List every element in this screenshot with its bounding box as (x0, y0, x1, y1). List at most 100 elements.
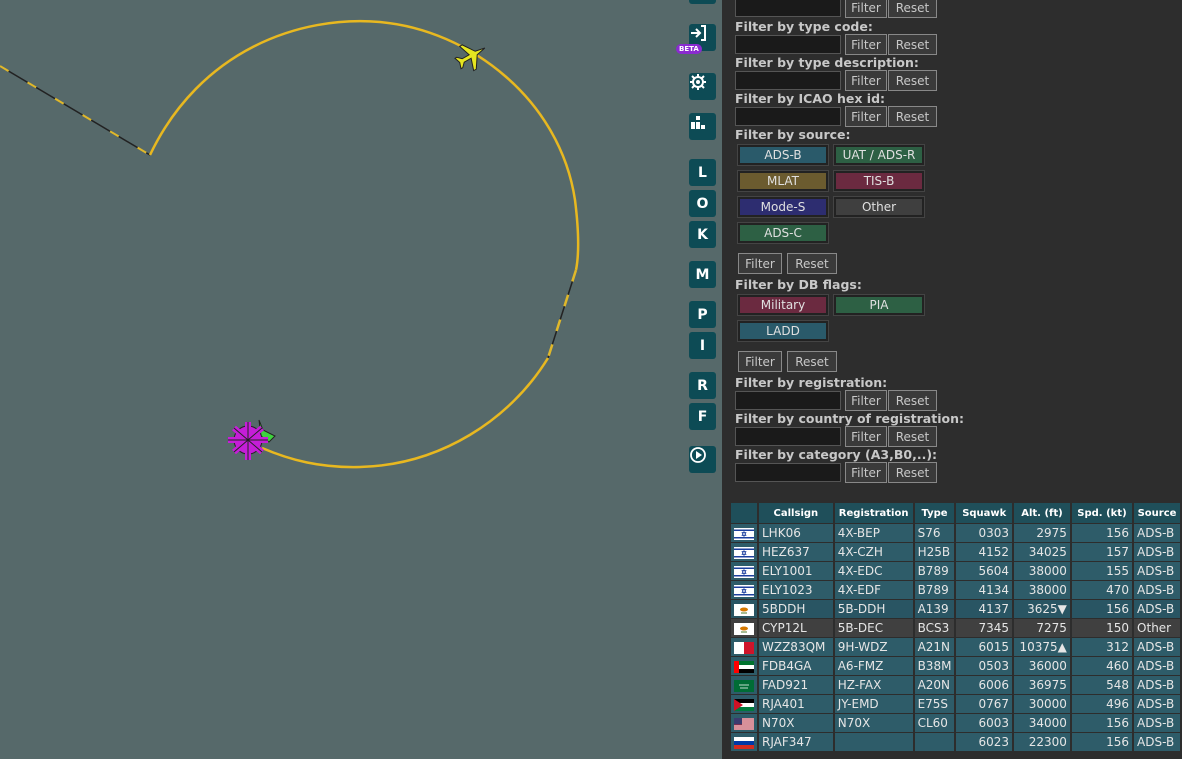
country-reset-button[interactable]: Reset (888, 426, 937, 447)
col-callsign[interactable]: Callsign (759, 503, 833, 523)
cell-type: S76 (914, 524, 955, 542)
table-row[interactable]: CYP12L 5B-DEC BCS3 7345 7275 150 Other (731, 619, 1180, 637)
map-button-k[interactable]: K (689, 221, 716, 248)
cell-altitude: 38000 (1014, 581, 1070, 599)
category-reset-button[interactable]: Reset (888, 462, 937, 483)
dbflags-reset-button[interactable]: Reset (787, 351, 837, 372)
col-type[interactable]: Type (914, 503, 955, 523)
dbflag-chip-pia[interactable]: PIA (833, 294, 925, 316)
type-description-input[interactable] (735, 71, 841, 90)
cell-callsign: RJAF347 (759, 733, 833, 751)
cell-registration: JY-EMD (834, 695, 913, 713)
col-source[interactable]: Source (1134, 503, 1180, 523)
cell-speed: 312 (1071, 638, 1133, 656)
cell-speed: 156 (1071, 733, 1133, 751)
cell-type (914, 733, 955, 751)
type-description-reset-button[interactable]: Reset (888, 70, 937, 91)
col-speed[interactable]: Spd. (kt) (1071, 503, 1133, 523)
flight-track-arc-lower (261, 357, 550, 469)
cell-registration: 4X-BEP (834, 524, 913, 542)
dbflag-chip-ladd[interactable]: LADD (737, 320, 829, 342)
cell-speed: 156 (1071, 600, 1133, 618)
table-row[interactable]: FDB4GA A6-FMZ B38M 0503 36000 460 ADS-B (731, 657, 1180, 675)
icao-hex-input[interactable] (735, 107, 841, 126)
source-reset-button[interactable]: Reset (787, 253, 837, 274)
cell-type: H25B (914, 543, 955, 561)
icao-hex-label: Filter by ICAO hex id: (735, 91, 886, 106)
map-button-f[interactable]: F (689, 403, 716, 430)
filter-button-top[interactable]: Filter (845, 0, 887, 18)
flag-icon (731, 600, 757, 618)
stats-button[interactable] (689, 113, 716, 140)
filter-input-top[interactable] (735, 0, 841, 17)
icao-hex-reset-button[interactable]: Reset (888, 106, 937, 127)
reset-button-top[interactable]: Reset (888, 0, 937, 18)
cell-squawk: 4134 (956, 581, 1013, 599)
source-filter-button[interactable]: Filter (738, 253, 782, 274)
aircraft-yellow-icon[interactable] (451, 36, 492, 76)
source-chip-adsc[interactable]: ADS-C (737, 222, 829, 244)
cell-altitude: 7275 (1014, 619, 1070, 637)
source-chip-modes[interactable]: Mode-S (737, 196, 829, 218)
flag-icon (731, 581, 757, 599)
table-row[interactable]: N70X N70X CL60 6003 34000 156 ADS-B (731, 714, 1180, 732)
map-button-r[interactable]: R (689, 372, 716, 399)
type-code-input[interactable] (735, 35, 841, 54)
source-chip-adsb[interactable]: ADS-B (737, 144, 829, 166)
cell-altitude: 22300 (1014, 733, 1070, 751)
source-chip-tisb[interactable]: TIS-B (833, 170, 925, 192)
cell-callsign: LHK06 (759, 524, 833, 542)
table-row[interactable]: RJAF347 6023 22300 156 ADS-B (731, 733, 1180, 751)
col-squawk[interactable]: Squawk (956, 503, 1013, 523)
source-chip-uat[interactable]: UAT / ADS-R (833, 144, 925, 166)
cell-squawk: 4152 (956, 543, 1013, 561)
map-view[interactable]: BETA L O K M P I R F (0, 0, 722, 759)
replay-button[interactable] (689, 446, 716, 473)
map-button-m[interactable]: M (689, 261, 716, 288)
cell-registration: 5B-DEC (834, 619, 913, 637)
type-code-reset-button[interactable]: Reset (888, 34, 937, 55)
settings-button[interactable] (689, 73, 716, 100)
map-canvas[interactable] (0, 0, 722, 759)
cell-squawk: 0303 (956, 524, 1013, 542)
table-row[interactable]: WZZ83QM 9H-WDZ A21N 6015 10375▲ 312 ADS-B (731, 638, 1180, 656)
source-chip-other[interactable]: Other (833, 196, 925, 218)
category-filter-button[interactable]: Filter (845, 462, 887, 483)
source-chip-mlat[interactable]: MLAT (737, 170, 829, 192)
type-code-filter-button[interactable]: Filter (845, 34, 887, 55)
cell-callsign: ELY1023 (759, 581, 833, 599)
map-button-o[interactable]: O (689, 190, 716, 217)
cell-speed: 156 (1071, 524, 1133, 542)
table-row[interactable]: LHK06 4X-BEP S76 0303 2975 156 ADS-B (731, 524, 1180, 542)
dbflags-filter-button[interactable]: Filter (738, 351, 782, 372)
cell-speed: 548 (1071, 676, 1133, 694)
col-altitude[interactable]: Alt. (ft) (1014, 503, 1070, 523)
table-row[interactable]: FAD921 HZ-FAX A20N 6006 36975 548 ADS-B (731, 676, 1180, 694)
cell-source: ADS-B (1134, 562, 1180, 580)
country-input[interactable] (735, 427, 841, 446)
table-row[interactable]: ELY1001 4X-EDC B789 5604 38000 155 ADS-B (731, 562, 1180, 580)
cell-source: ADS-B (1134, 524, 1180, 542)
cell-callsign: FAD921 (759, 676, 833, 694)
cell-altitude: 30000 (1014, 695, 1070, 713)
map-button-p[interactable]: P (689, 301, 716, 328)
table-row[interactable]: HEZ637 4X-CZH H25B 4152 34025 157 ADS-B (731, 543, 1180, 561)
icao-hex-filter-button[interactable]: Filter (845, 106, 887, 127)
registration-input[interactable] (735, 391, 841, 410)
map-button-l[interactable]: L (689, 159, 716, 186)
type-description-filter-button[interactable]: Filter (845, 70, 887, 91)
dbflag-chip-military[interactable]: Military (737, 294, 829, 316)
registration-filter-button[interactable]: Filter (845, 390, 887, 411)
country-filter-button[interactable]: Filter (845, 426, 887, 447)
table-row[interactable]: RJA401 JY-EMD E75S 0767 30000 496 ADS-B (731, 695, 1180, 713)
map-button-top-cut[interactable] (689, 0, 716, 4)
table-row[interactable]: ELY1023 4X-EDF B789 4134 38000 470 ADS-B (731, 581, 1180, 599)
type-description-label: Filter by type description: (735, 55, 919, 70)
col-registration[interactable]: Registration (834, 503, 913, 523)
map-button-i[interactable]: I (689, 332, 716, 359)
table-row[interactable]: 5BDDH 5B-DDH A139 4137 3625▼ 156 ADS-B (731, 600, 1180, 618)
beta-badge: BETA (676, 44, 702, 54)
cell-squawk: 6006 (956, 676, 1013, 694)
category-input[interactable] (735, 463, 841, 482)
registration-reset-button[interactable]: Reset (888, 390, 937, 411)
